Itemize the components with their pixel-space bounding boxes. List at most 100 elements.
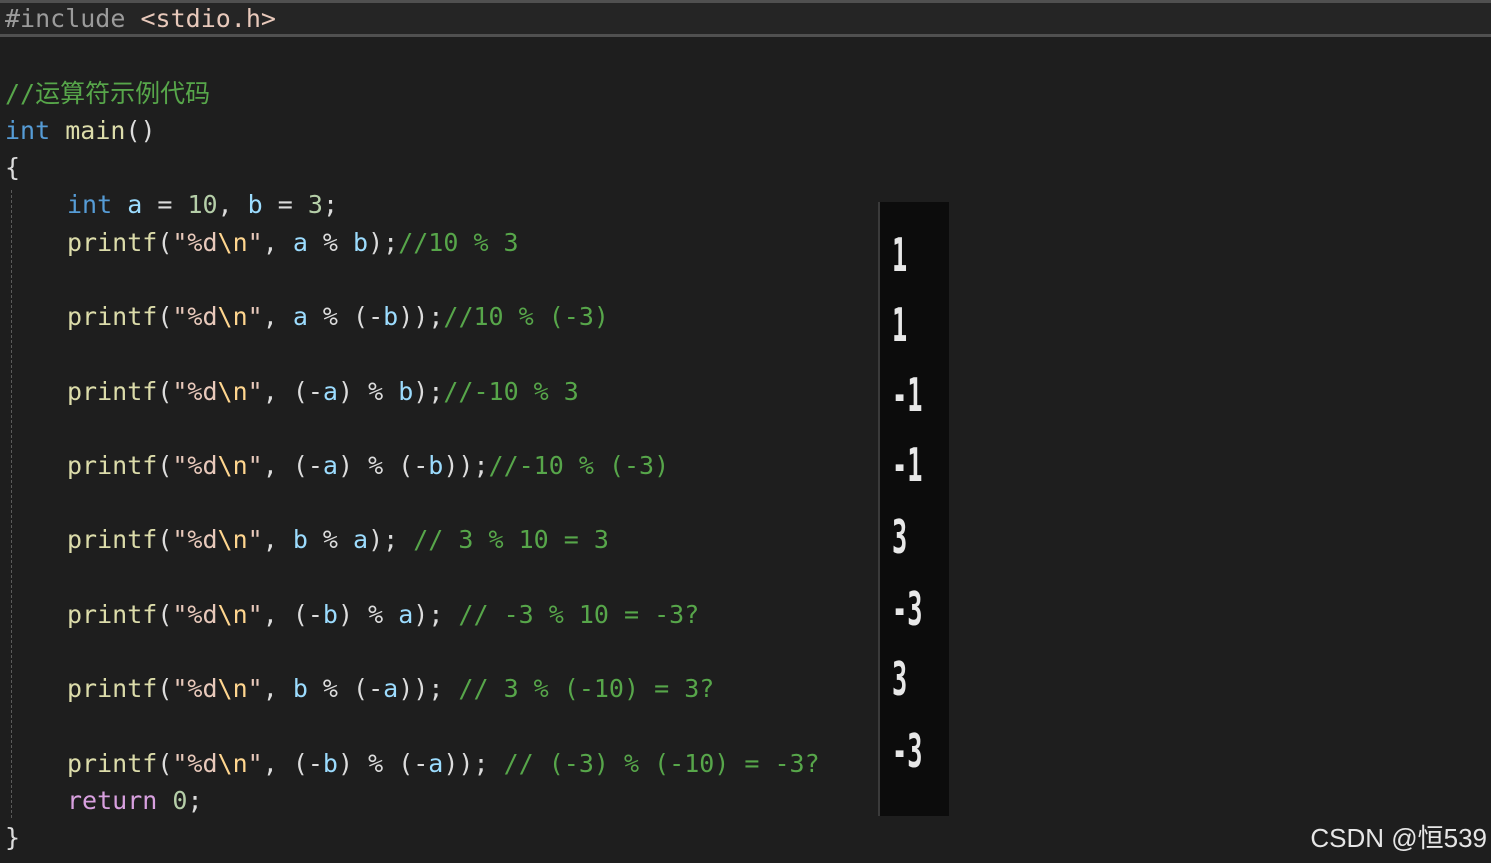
close-paren: ); <box>368 228 399 257</box>
escape-sequence: \n <box>217 302 248 331</box>
variable: b <box>398 377 414 406</box>
decl-comma: , <box>217 190 248 219</box>
format-string-end: " <box>247 600 263 629</box>
line-comment: // 3 % 10 = 3 <box>413 525 609 554</box>
operator: (- <box>292 451 323 480</box>
console-output-value: -1 <box>892 438 923 492</box>
console-output-value: 1 <box>892 228 908 282</box>
printf-line: printf("%d\n", (-a) % b);//-10 % 3 <box>67 375 579 409</box>
operator: ) % <box>337 377 399 406</box>
include-line: #include <stdio.h> <box>0 0 1491 37</box>
argument-separator: , <box>262 302 293 331</box>
argument-separator: , <box>262 749 293 778</box>
format-string: "%d <box>172 377 218 406</box>
escape-sequence: \n <box>217 525 248 554</box>
escape-sequence: \n <box>217 749 248 778</box>
decl-type: int <box>67 190 113 219</box>
main-signature: int main() <box>5 114 156 148</box>
operator: % <box>307 228 354 257</box>
close-paren: ); <box>458 749 504 778</box>
operator: ) % (- <box>337 749 429 778</box>
decl-var-b: b <box>247 190 263 219</box>
variable: a <box>322 451 338 480</box>
main-function-name: main <box>65 116 126 145</box>
decl-eq2: = <box>262 190 308 219</box>
open-paren: ( <box>157 377 173 406</box>
printf-function: printf <box>67 600 158 629</box>
format-string: "%d <box>172 749 218 778</box>
return-line: return 0; <box>67 784 203 818</box>
line-comment: // -3 % 10 = -3? <box>458 600 700 629</box>
include-header: <stdio.h> <box>140 4 276 33</box>
argument-separator: , <box>262 451 293 480</box>
printf-line: printf("%d\n", a % (-b));//10 % (-3) <box>67 300 609 334</box>
open-brace: { <box>5 153 21 182</box>
variable: a <box>398 600 414 629</box>
printf-function: printf <box>67 525 158 554</box>
variable: b <box>428 451 444 480</box>
decl-a-value: 10 <box>187 190 218 219</box>
argument-separator: , <box>262 228 293 257</box>
return-value: 0 <box>172 786 188 815</box>
variable: a <box>353 525 369 554</box>
close-brace: } <box>5 823 21 852</box>
escape-sequence: \n <box>217 451 248 480</box>
operator: ) <box>398 302 414 331</box>
decl-var-a: a <box>127 190 143 219</box>
line-comment: // 3 % (-10) = 3? <box>458 674 715 703</box>
operator: (- <box>292 749 323 778</box>
watermark: CSDN @恒539 <box>1310 823 1487 853</box>
variable: b <box>322 749 338 778</box>
line-comment: //-10 % (-3) <box>488 451 670 480</box>
escape-sequence: \n <box>217 228 248 257</box>
printf-function: printf <box>67 228 158 257</box>
printf-function: printf <box>67 377 158 406</box>
console-output-value: -3 <box>892 724 923 778</box>
operator: (- <box>292 377 323 406</box>
include-directive: #include <box>5 4 126 33</box>
format-string-end: " <box>247 749 263 778</box>
printf-line: printf("%d\n", b % (-a)); // 3 % (-10) =… <box>67 672 714 706</box>
title-comment: //运算符示例代码 <box>5 79 211 108</box>
open-paren: ( <box>157 302 173 331</box>
operator: ) <box>443 451 459 480</box>
code-line-include: #include <stdio.h> <box>5 3 276 34</box>
printf-line: printf("%d\n", (-a) % (-b));//-10 % (-3) <box>67 449 669 483</box>
printf-line: printf("%d\n", (-b) % a); // -3 % 10 = -… <box>67 598 699 632</box>
variable: b <box>322 600 338 629</box>
console-output-value: 1 <box>892 298 908 352</box>
printf-line: printf("%d\n", a % b);//10 % 3 <box>67 226 519 260</box>
format-string: "%d <box>172 525 218 554</box>
format-string-end: " <box>247 525 263 554</box>
indent-guide <box>11 190 12 818</box>
operator: ) % (- <box>337 451 429 480</box>
operator: % (- <box>307 674 384 703</box>
format-string-end: " <box>247 674 263 703</box>
variable: a <box>322 377 338 406</box>
variable: a <box>292 302 308 331</box>
main-return-type: int <box>5 116 51 145</box>
variable: a <box>428 749 444 778</box>
printf-function: printf <box>67 302 158 331</box>
operator: ) <box>443 749 459 778</box>
printf-function: printf <box>67 451 158 480</box>
format-string: "%d <box>172 302 218 331</box>
escape-sequence: \n <box>217 377 248 406</box>
console-output-value: -3 <box>892 582 923 636</box>
argument-separator: , <box>262 600 293 629</box>
argument-separator: , <box>262 377 293 406</box>
argument-separator: , <box>262 525 293 554</box>
close-paren: ); <box>458 451 489 480</box>
return-keyword: return <box>67 786 158 815</box>
open-paren: ( <box>157 674 173 703</box>
close-paren: ); <box>413 377 444 406</box>
operator: - <box>368 302 384 331</box>
line-comment: //10 % (-3) <box>443 302 609 331</box>
operator: ) <box>398 674 414 703</box>
format-string-end: " <box>247 302 263 331</box>
open-paren: ( <box>157 228 173 257</box>
decl-b-value: 3 <box>307 190 323 219</box>
printf-line: printf("%d\n", b % a); // 3 % 10 = 3 <box>67 523 609 557</box>
console-output-panel: 1 1 -1 -1 3 -3 3 -3 <box>878 202 949 816</box>
variable: b <box>353 228 369 257</box>
